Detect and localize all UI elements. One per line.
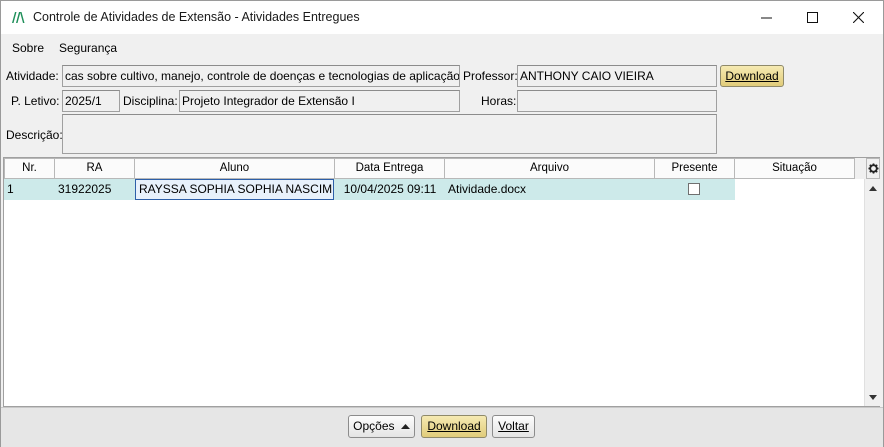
maximize-button[interactable] — [789, 1, 835, 34]
grid-settings-button[interactable] — [866, 158, 880, 179]
download-bottom-button[interactable]: Download — [421, 415, 487, 438]
grid-header: Nr. RA Aluno Data Entrega Arquivo Presen… — [4, 158, 866, 179]
vertical-scrollbar[interactable] — [864, 179, 880, 406]
descricao-label: Descrição: — [6, 128, 63, 142]
menu-bar: Sobre Segurança — [1, 34, 883, 61]
column-header-data-entrega[interactable]: Data Entrega — [335, 158, 445, 179]
scroll-down-button[interactable] — [865, 390, 881, 404]
horas-field[interactable] — [517, 90, 717, 112]
cell-aluno[interactable]: RAYSSA SOPHIA SOPHIA NASCIME… — [135, 179, 334, 200]
column-header-arquivo[interactable]: Arquivo — [445, 158, 655, 179]
caret-up-icon — [400, 424, 410, 429]
descricao-field[interactable] — [62, 114, 717, 154]
disciplina-label: Disciplina: — [123, 94, 178, 108]
cell-situacao[interactable] — [735, 179, 854, 200]
opcoes-label: Opções — [353, 419, 395, 433]
download-top-button[interactable]: Download — [720, 65, 784, 87]
periodo-letivo-label: P. Letivo: — [11, 94, 60, 108]
bottom-toolbar: Opções Download Voltar — [1, 407, 883, 447]
scroll-up-button[interactable] — [865, 181, 881, 195]
opcoes-button[interactable]: Opções — [348, 415, 415, 438]
periodo-letivo-field[interactable]: 2025/1 — [62, 90, 120, 112]
column-header-aluno[interactable]: Aluno — [135, 158, 335, 179]
voltar-label: Voltar — [498, 419, 529, 433]
arrow-down-icon — [869, 394, 877, 400]
voltar-button[interactable]: Voltar — [492, 415, 535, 438]
cell-arquivo[interactable]: Atividade.docx — [445, 179, 655, 200]
column-header-nr[interactable]: Nr. — [4, 158, 55, 179]
atividade-label: Atividade: — [6, 69, 59, 83]
download-top-label: Download — [725, 69, 779, 83]
presente-checkbox[interactable] — [688, 183, 700, 195]
menu-seguranca[interactable]: Segurança — [59, 41, 117, 55]
column-header-presente[interactable]: Presente — [655, 158, 735, 179]
horas-label: Horas: — [481, 94, 517, 108]
cell-nr[interactable]: 1 — [4, 179, 55, 200]
window-title: Controle de Atividades de Extensão - Ati… — [33, 10, 360, 24]
title-bar[interactable]: Controle de Atividades de Extensão - Ati… — [1, 1, 883, 34]
entregas-grid: Nr. RA Aluno Data Entrega Arquivo Presen… — [3, 157, 880, 407]
close-button[interactable] — [835, 1, 881, 34]
app-logo-icon — [12, 12, 25, 23]
atividade-field[interactable]: cas sobre cultivo, manejo, controle de d… — [62, 65, 460, 87]
download-bottom-label: Download — [427, 419, 481, 433]
menu-sobre[interactable]: Sobre — [12, 41, 44, 55]
minimize-icon — [760, 17, 772, 19]
gear-icon — [867, 163, 879, 174]
professor-field[interactable]: ANTHONY CAIO VIEIRA — [517, 65, 717, 87]
professor-label: Professor: — [463, 69, 518, 83]
minimize-button[interactable] — [743, 1, 789, 34]
maximize-icon — [806, 12, 818, 23]
close-icon — [852, 12, 864, 23]
main-window: Controle de Atividades de Extensão - Ati… — [0, 0, 884, 447]
column-header-ra[interactable]: RA — [55, 158, 135, 179]
arrow-up-icon — [869, 185, 877, 191]
table-row[interactable]: 1 31922025 RAYSSA SOPHIA SOPHIA NASCIME…… — [4, 179, 854, 200]
cell-data-entrega[interactable]: 10/04/2025 09:11 — [335, 179, 445, 200]
disciplina-field[interactable]: Projeto Integrador de Extensão I — [179, 90, 460, 112]
cell-ra[interactable]: 31922025 — [55, 179, 135, 200]
column-header-situacao[interactable]: Situação — [735, 158, 855, 179]
